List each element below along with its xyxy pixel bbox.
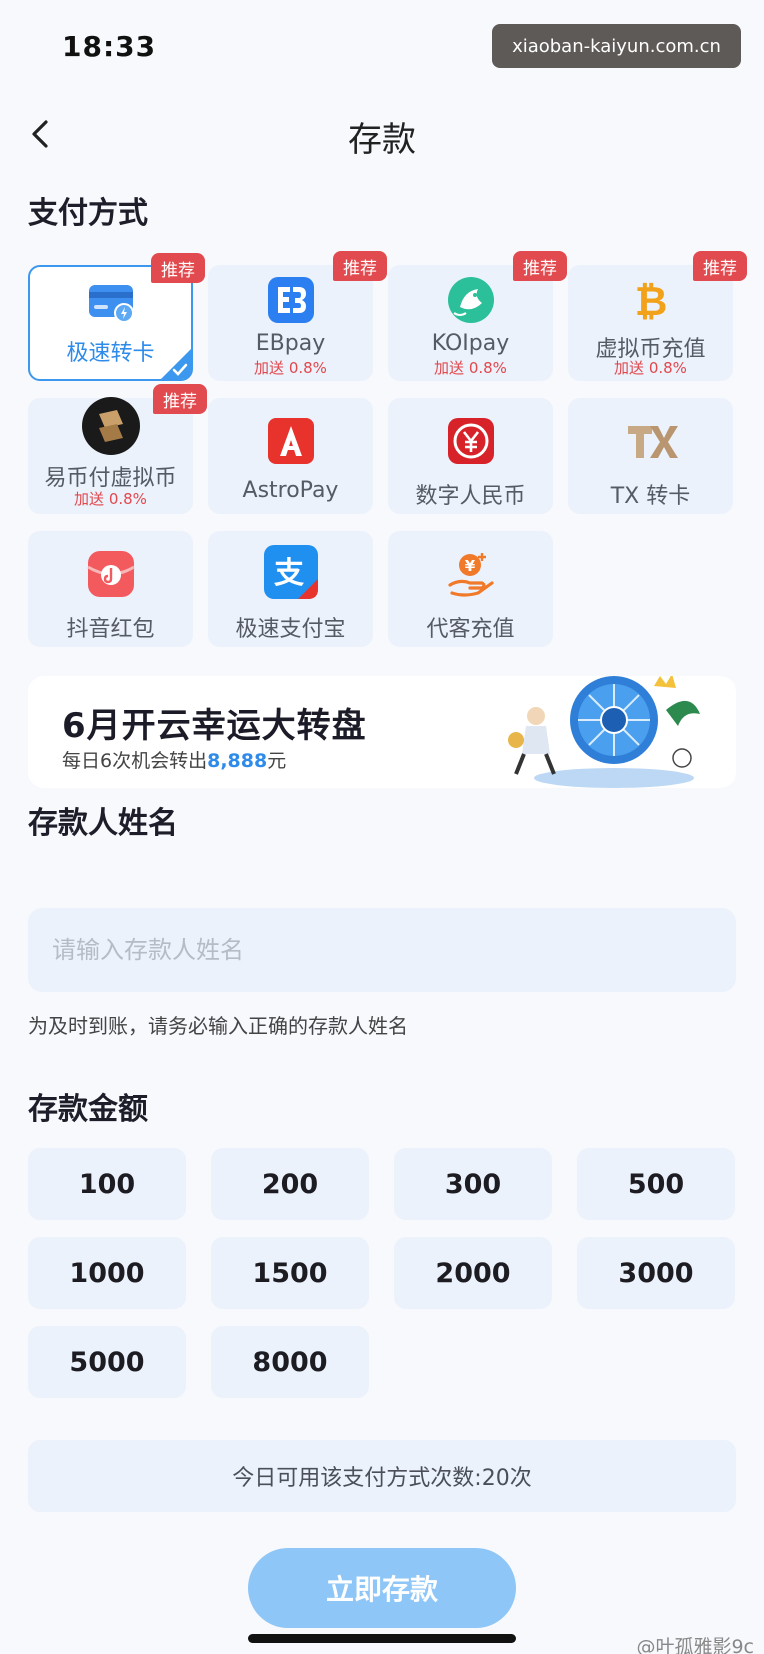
- recommended-badge: 推荐: [513, 251, 567, 281]
- astropay-logo-icon: [264, 414, 318, 468]
- payment-section-title: 支付方式: [28, 196, 148, 231]
- payment-option-label: 极速支付宝: [235, 617, 346, 642]
- recommended-badge: 推荐: [693, 251, 747, 281]
- payment-option-ebpay[interactable]: EBpay 加送 0.8% 推荐: [208, 251, 387, 381]
- amount-option[interactable]: 5000: [28, 1326, 186, 1398]
- payment-option-digital-rmb[interactable]: 数字人民币: [388, 398, 553, 514]
- watermark-author: @叶孤雅影9c: [636, 1636, 754, 1654]
- selected-check-icon: [161, 349, 191, 379]
- amount-option[interactable]: 100: [28, 1148, 186, 1220]
- recommended-badge: 推荐: [333, 251, 387, 281]
- amount-option[interactable]: 8000: [211, 1326, 369, 1398]
- banner-subtitle: 每日6次机会转出8,888元: [62, 750, 287, 772]
- page-header: 存款: [0, 100, 764, 170]
- payment-option-label: TX 转卡: [610, 484, 691, 509]
- payment-option-label: 代客充值: [426, 617, 515, 642]
- payment-option-label: EBpay: [255, 331, 326, 356]
- bank-card-lightning-icon: [84, 275, 138, 329]
- depositor-hint: 为及时到账，请务必输入正确的存款人姓名: [28, 1014, 408, 1038]
- payment-option-yibifu[interactable]: 易币付虚拟币 加送 0.8% 推荐: [28, 384, 207, 514]
- payment-bonus-text: 加送 0.8%: [434, 359, 507, 377]
- deposit-submit-button[interactable]: 立即存款: [248, 1548, 516, 1628]
- amount-option[interactable]: 3000: [577, 1237, 735, 1309]
- payment-option-koipay[interactable]: KOIpay 加送 0.8% 推荐: [388, 251, 567, 381]
- hand-coin-icon: ¥: [444, 547, 498, 601]
- alipay-icon: 支: [262, 543, 320, 601]
- recommended-badge: 推荐: [151, 253, 205, 283]
- ebpay-logo-icon: [264, 273, 318, 327]
- douyin-redpacket-icon: [84, 547, 138, 601]
- svg-text:₿: ₿: [634, 279, 667, 325]
- koi-fish-icon: [444, 273, 498, 327]
- payment-bonus-text: 加送 0.8%: [74, 490, 147, 508]
- payment-option-proxy-topup[interactable]: ¥ 代客充值: [388, 531, 553, 647]
- digital-rmb-icon: [444, 414, 498, 468]
- tx-logo-icon: [624, 414, 678, 468]
- payment-option-tx-transfer[interactable]: TX 转卡: [568, 398, 733, 514]
- usage-count-notice: 今日可用该支付方式次数:20次: [28, 1440, 736, 1512]
- payment-option-fast-card-transfer[interactable]: 极速转卡 推荐: [28, 253, 205, 381]
- payment-option-label: AstroPay: [242, 478, 339, 503]
- depositor-name-input[interactable]: [28, 908, 736, 992]
- page-title: 存款: [348, 120, 416, 160]
- amount-option[interactable]: 2000: [394, 1237, 552, 1309]
- recommended-badge: 推荐: [153, 384, 207, 414]
- depositor-section-title: 存款人姓名: [28, 806, 178, 841]
- amount-option[interactable]: 1500: [211, 1237, 369, 1309]
- svg-text:支: 支: [274, 556, 304, 591]
- watermark-url: xiaoban-kaiyun.com.cn: [492, 24, 741, 68]
- payment-option-astropay[interactable]: AstroPay: [208, 398, 373, 514]
- amount-section-title: 存款金额: [28, 1092, 148, 1127]
- promo-banner[interactable]: 6月开云幸运大转盘 每日6次机会转出8,888元: [28, 676, 736, 788]
- bitcoin-icon: ₿: [624, 273, 678, 327]
- payment-option-label: 数字人民币: [415, 484, 526, 509]
- home-indicator[interactable]: [248, 1634, 516, 1643]
- payment-option-label: KOIpay: [431, 331, 510, 356]
- amount-option[interactable]: 200: [211, 1148, 369, 1220]
- amount-option[interactable]: 500: [577, 1148, 735, 1220]
- payment-option-crypto[interactable]: ₿ 虚拟币充值 加送 0.8% 推荐: [568, 251, 747, 381]
- status-bar-time: 18:33: [62, 30, 157, 63]
- lucky-wheel-illustration: [508, 676, 700, 788]
- yibifu-logo-icon: [81, 396, 141, 456]
- payment-option-fast-alipay[interactable]: 支 极速支付宝: [208, 531, 373, 647]
- amount-option[interactable]: 1000: [28, 1237, 186, 1309]
- svg-text:¥: ¥: [464, 557, 475, 575]
- payment-bonus-text: 加送 0.8%: [614, 359, 687, 377]
- banner-title: 6月开云幸运大转盘: [62, 706, 367, 746]
- payment-bonus-text: 加送 0.8%: [254, 359, 327, 377]
- payment-option-douyin-redpacket[interactable]: 抖音红包: [28, 531, 193, 647]
- amount-option[interactable]: 300: [394, 1148, 552, 1220]
- payment-option-label: 抖音红包: [66, 617, 155, 642]
